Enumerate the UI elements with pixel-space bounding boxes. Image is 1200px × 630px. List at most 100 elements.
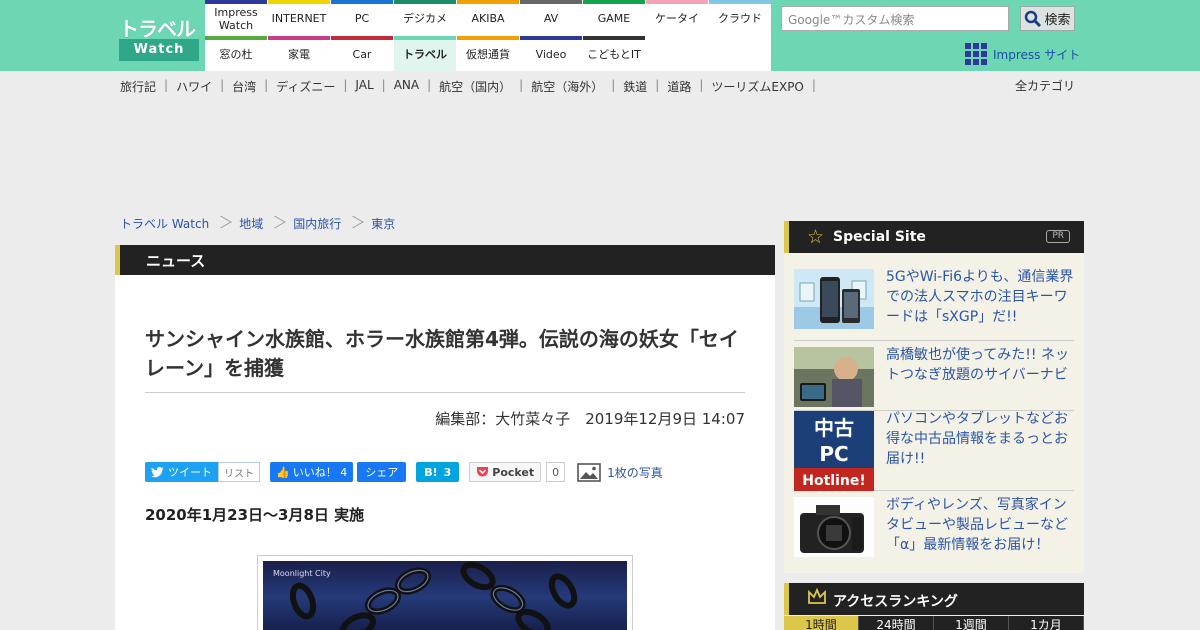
category-link[interactable]: ANA: [394, 78, 419, 94]
category-separator: |: [264, 78, 269, 92]
site-tab[interactable]: PC: [331, 0, 393, 35]
category-separator: |: [611, 78, 616, 92]
hatena-bookmark-button[interactable]: B! 3: [416, 462, 460, 482]
site-tab[interactable]: Video: [520, 36, 582, 71]
special-site-item[interactable]: 中古 PC Hotline! パソコンやタブレットなどお得な中古品情報をまるっとお届…: [794, 405, 1074, 491]
special-site-text: パソコンやタブレットなどお得な中古品情報をまるっとお届け!!: [886, 411, 1068, 467]
like-label: いいね！ 4: [292, 466, 348, 479]
article-byline: 編集部：大竹菜々子 2019年12月9日 14:07: [435, 410, 745, 428]
site-tab[interactable]: 仮想通貨: [457, 36, 519, 71]
search-input[interactable]: Google™カスタム検索: [781, 6, 1009, 31]
pc-hotline-thumbnail: 中古PC Hotline!: [794, 411, 874, 491]
site-tab[interactable]: ケータイ: [646, 0, 708, 35]
photo-gallery-link[interactable]: 1枚の写真: [577, 462, 663, 482]
site-tab[interactable]: クラウド: [709, 0, 771, 35]
site-tab[interactable]: Car: [331, 36, 393, 71]
thumbs-up-icon: 👍: [276, 465, 290, 479]
crown-icon: [808, 588, 826, 604]
section-header: ニュース: [115, 245, 775, 275]
logo-text-bottom: Watch: [119, 39, 199, 61]
chevron-right-icon: [349, 214, 357, 232]
breadcrumb-item: 地域: [239, 214, 279, 232]
photo-icon: [577, 462, 601, 482]
article-headline: サンシャイン水族館、ホラー水族館第4弾。伝説の海の妖女「セイレーン」を捕獲: [145, 327, 739, 380]
pocket-icon: [477, 467, 489, 477]
facebook-share-button[interactable]: シェア: [357, 462, 407, 482]
site-tab[interactable]: トラベル: [394, 36, 456, 71]
impress-sites-label: Impress サイト: [993, 47, 1081, 62]
article-subhead: 2020年1月23日～3月8日 実施: [145, 506, 365, 524]
category-separator: |: [381, 78, 386, 92]
category-link[interactable]: ハワイ: [176, 78, 212, 94]
category-link[interactable]: ディズニー: [276, 78, 335, 94]
search-button-label: 検索: [1044, 13, 1071, 28]
article-photo-frame[interactable]: Moonlight City: [257, 555, 633, 630]
site-tab[interactable]: こどもとIT: [583, 36, 645, 71]
breadcrumb-link[interactable]: 国内旅行: [293, 215, 341, 232]
category-link[interactable]: 航空（海外）: [531, 78, 603, 94]
pocket-count: 0: [546, 462, 566, 482]
ranking-tab[interactable]: 1週間: [934, 616, 1009, 630]
tweet-label: ツイート: [168, 466, 212, 479]
chevron-right-icon: [271, 214, 279, 232]
tweet-button[interactable]: ツイート: [145, 462, 218, 482]
grid-menu-icon: [965, 43, 987, 65]
breadcrumb-link[interactable]: トラベル Watch: [120, 215, 209, 232]
breadcrumb-link[interactable]: 東京: [371, 215, 395, 232]
headline-divider: [145, 392, 745, 393]
hatena-count: 3: [443, 465, 452, 479]
ranking-header: アクセスランキング: [784, 583, 1084, 615]
category-link[interactable]: JAL: [355, 78, 373, 94]
site-tab[interactable]: 家電: [268, 36, 330, 71]
logo-text-top: トラベル: [119, 17, 196, 41]
site-tab[interactable]: 窓の杜: [205, 36, 267, 71]
site-tab[interactable]: AKIBA: [457, 0, 519, 35]
breadcrumb-item: 国内旅行: [293, 214, 357, 232]
category-link[interactable]: 航空（国内）: [439, 78, 511, 94]
pocket-button[interactable]: Pocket: [469, 462, 542, 482]
smartphone-thumbnail: [794, 269, 874, 329]
special-site-title: Special Site: [833, 229, 926, 245]
site-tab[interactable]: Impress Watch: [205, 0, 267, 35]
category-link[interactable]: 道路: [667, 78, 691, 94]
star-icon: ☆: [807, 226, 825, 248]
category-separator: |: [427, 78, 432, 92]
category-link[interactable]: 台湾: [232, 78, 256, 94]
ranking-tab[interactable]: 24時間: [859, 616, 934, 630]
camera-thumbnail: [794, 497, 874, 557]
all-categories-link[interactable]: 全カテゴリ: [1015, 77, 1075, 94]
share-bar: ツイート リスト 👍 いいね！ 4 シェア B! 3 Pocket 0 1枚の写…: [145, 462, 663, 482]
special-site-item[interactable]: ボディやレンズ、写真家インタビューや製品レビューなど「α」最新情報をお届け！: [794, 491, 1074, 561]
ranking-title: アクセスランキング: [833, 594, 958, 610]
category-link[interactable]: ツーリズムEXPO: [711, 78, 804, 94]
site-tab[interactable]: デジカメ: [394, 0, 456, 35]
svg-text:PC: PC: [819, 442, 848, 466]
ranking-tab[interactable]: 1時間: [784, 616, 859, 630]
facebook-like-button[interactable]: 👍 いいね！ 4: [270, 462, 354, 482]
category-separator: |: [811, 78, 816, 92]
pr-badge: PR: [1046, 230, 1070, 243]
site-tab[interactable]: GAME: [583, 0, 645, 35]
twitter-list-button[interactable]: リスト: [218, 462, 260, 482]
special-site-item[interactable]: 5GやWi-Fi6よりも、通信業界での法人スマホの注目キーワードは「sXGP」だ…: [794, 263, 1074, 341]
category-nav: 旅行記 | ハワイ | 台湾 | ディズニー | JAL | ANA | 航空（国内） | 航空（海外） | 鉄…: [120, 78, 824, 94]
category-link[interactable]: 鉄道: [623, 78, 647, 94]
special-site-header: ☆ Special Site PR: [784, 221, 1084, 253]
search-button[interactable]: 検索: [1020, 6, 1075, 31]
chevron-right-icon: [217, 214, 225, 232]
car-navigation-thumbnail: [794, 347, 874, 407]
site-tab[interactable]: INTERNET: [268, 0, 330, 35]
section-title: ニュース: [146, 252, 206, 270]
ranking-tab[interactable]: 1カ月: [1009, 616, 1084, 630]
site-logo[interactable]: トラベル Watch: [115, 5, 203, 65]
article-photo[interactable]: Moonlight City: [263, 561, 627, 630]
breadcrumb-link[interactable]: 地域: [239, 215, 263, 232]
search-icon: [1025, 10, 1042, 27]
category-link[interactable]: 旅行記: [120, 78, 156, 94]
breadcrumb-item: トラベル Watch: [120, 214, 225, 232]
breadcrumb: トラベル Watch 地域 国内旅行 東京: [120, 214, 409, 232]
pocket-label: Pocket: [492, 465, 535, 479]
impress-sites-link[interactable]: Impress サイト: [965, 43, 1080, 65]
special-site-item[interactable]: 高橋敏也が使ってみた!! ネットつなぎ放題のサイバーナビ: [794, 341, 1074, 411]
site-tab[interactable]: AV: [520, 0, 582, 35]
